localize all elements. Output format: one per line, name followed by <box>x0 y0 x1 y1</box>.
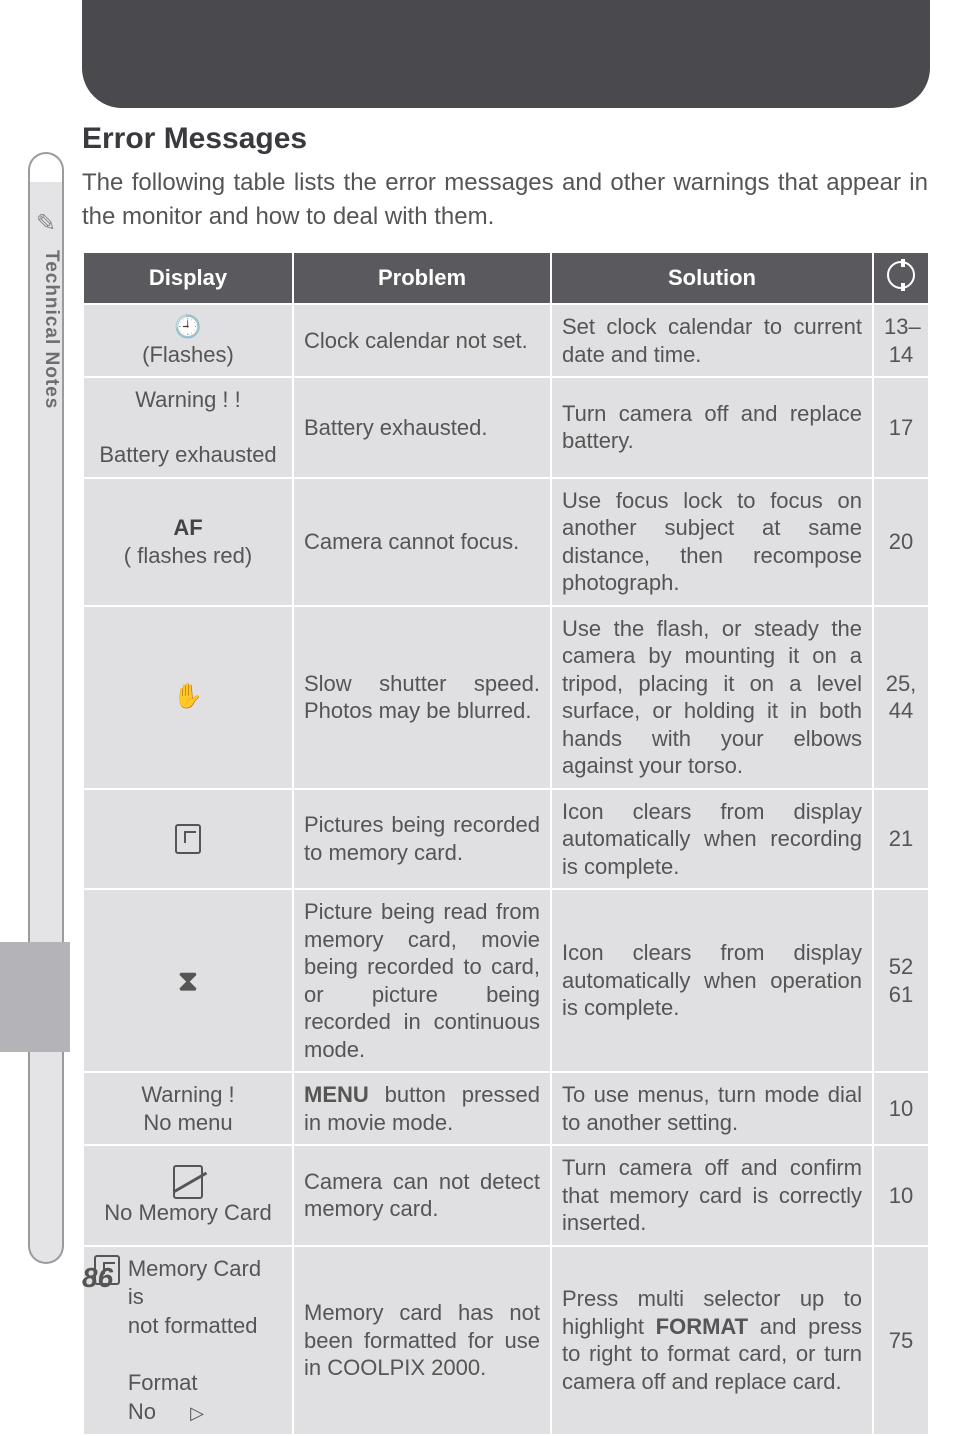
cell-problem: Pictures being recorded to memory card. <box>293 789 551 890</box>
cell-solution: To use menus, turn mode dial to another … <box>551 1072 873 1145</box>
cell-problem: Slow shutter speed. Photos may be blurre… <box>293 606 551 789</box>
page-ref-icon <box>887 261 915 289</box>
header-dark-box <box>82 0 930 108</box>
cell-problem: Battery exhausted. <box>293 377 551 478</box>
display-line: not formatted <box>128 1313 258 1338</box>
cell-display: Warning ! No menu <box>83 1072 293 1145</box>
cell-solution: Icon clears from display automatically w… <box>551 889 873 1072</box>
cell-solution: Use the flash, or steady the camera by m… <box>551 606 873 789</box>
intro-paragraph: The following table lists the error mess… <box>82 166 928 233</box>
error-messages-table: Display Problem Solution 🕘 (Flashes) Clo… <box>82 251 930 1436</box>
display-line: Warning ! <box>141 1082 234 1107</box>
cell-solution: Use focus lock to focus on another subje… <box>551 478 873 606</box>
left-accent-bar <box>0 942 70 1052</box>
cell-page: 52 61 <box>873 889 929 1072</box>
display-line: Memory Card is <box>128 1256 261 1310</box>
cell-solution: Turn camera off and confirm that memory … <box>551 1145 873 1246</box>
display-line: Battery exhausted <box>99 442 276 467</box>
cell-solution: Press multi selector up to highlight FOR… <box>551 1246 873 1436</box>
table-row: Pictures being recorded to memory card. … <box>83 789 929 890</box>
side-tab-cap <box>28 152 64 182</box>
problem-bold: MENU <box>304 1082 369 1107</box>
table-row: ⧗ Picture being read from memory card, m… <box>83 889 929 1072</box>
hourglass-icon: ⧗ <box>178 965 198 996</box>
cell-display: 🕘 (Flashes) <box>83 304 293 377</box>
display-paren: ( flashes red) <box>124 543 252 568</box>
cell-page: 10 <box>873 1072 929 1145</box>
cell-display: Warning ! ! Battery exhausted <box>83 377 293 478</box>
th-display: Display <box>83 252 293 304</box>
table-row: Warning ! No menu MENU button pressed in… <box>83 1072 929 1145</box>
cell-page: 25, 44 <box>873 606 929 789</box>
cell-page: 20 <box>873 478 929 606</box>
cell-problem: Clock calendar not set. <box>293 304 551 377</box>
clock-icon: 🕘 <box>174 314 201 339</box>
table-row: ✋ Slow shutter speed. Photos may be blur… <box>83 606 929 789</box>
table-row: Warning ! ! Battery exhausted Battery ex… <box>83 377 929 478</box>
display-line: Format <box>128 1370 198 1395</box>
table-row: AF ( flashes red) Camera cannot focus. U… <box>83 478 929 606</box>
no-card-icon <box>173 1165 203 1199</box>
page-content: Error Messages The following table lists… <box>82 122 928 1436</box>
cell-page: 75 <box>873 1246 929 1436</box>
page-title: Error Messages <box>82 122 928 156</box>
cell-problem: MENU button pressed in movie mode. <box>293 1072 551 1145</box>
display-line: Warning ! ! <box>135 387 241 412</box>
display-bold: AF <box>173 515 202 540</box>
display-text: (Flashes) <box>142 342 234 367</box>
cell-problem: Memory card has not been formatted for u… <box>293 1246 551 1436</box>
cell-problem: Picture being read from memory card, mov… <box>293 889 551 1072</box>
cell-page: 10 <box>873 1145 929 1246</box>
cell-solution: Turn camera off and replace battery. <box>551 377 873 478</box>
cell-display: ✋ <box>83 606 293 789</box>
cell-display <box>83 789 293 890</box>
table-row: No Memory Card Camera can not detect mem… <box>83 1145 929 1246</box>
cell-page: 17 <box>873 377 929 478</box>
card-record-icon <box>175 824 201 854</box>
side-tab-label: Technical Notes <box>30 250 62 409</box>
cell-solution: Icon clears from display automatically w… <box>551 789 873 890</box>
hand-shake-icon: ✋ <box>173 683 203 710</box>
cell-page: 21 <box>873 789 929 890</box>
table-header-row: Display Problem Solution <box>83 252 929 304</box>
cell-display: AF ( flashes red) <box>83 478 293 606</box>
triangle-right-icon: ▷ <box>190 1402 204 1425</box>
side-tab-bottom <box>28 1240 64 1264</box>
cell-display: No Memory Card <box>83 1145 293 1246</box>
cell-page: 13–14 <box>873 304 929 377</box>
cell-display: Memory Card is not formatted Format No ▷ <box>83 1246 293 1436</box>
cell-problem: Camera cannot focus. <box>293 478 551 606</box>
cell-display: ⧗ <box>83 889 293 1072</box>
table-row: Memory Card is not formatted Format No ▷… <box>83 1246 929 1436</box>
table-row: 🕘 (Flashes) Clock calendar not set. Set … <box>83 304 929 377</box>
display-text: No Memory Card <box>104 1200 271 1225</box>
cell-solution: Set clock calendar to current date and t… <box>551 304 873 377</box>
pencil-icon: ✎ <box>32 209 60 237</box>
th-problem: Problem <box>293 252 551 304</box>
solution-bold: FORMAT <box>656 1314 748 1339</box>
cell-problem: Camera can not detect memory card. <box>293 1145 551 1246</box>
display-line: No menu <box>143 1110 232 1135</box>
th-solution: Solution <box>551 252 873 304</box>
page-number: 86 <box>82 1262 113 1294</box>
th-page-ref <box>873 252 929 304</box>
display-line: No <box>128 1399 156 1424</box>
